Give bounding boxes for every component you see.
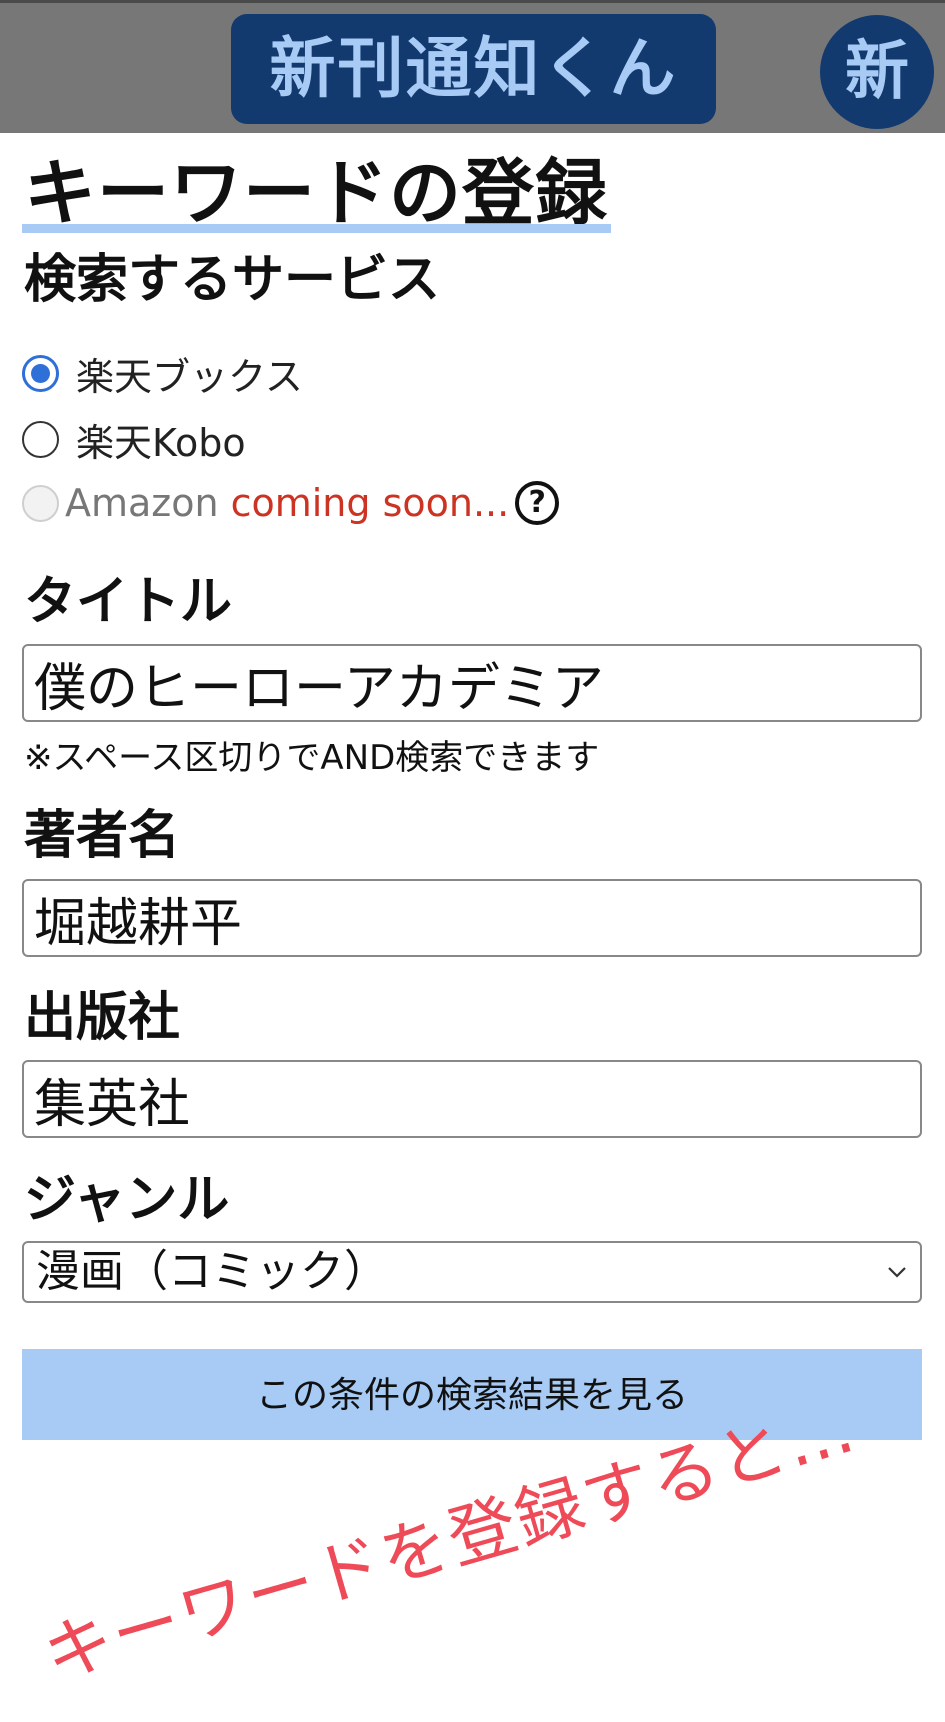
radio-option-rakuten-kobo[interactable]: 楽天Kobo [22,414,246,465]
genre-select[interactable]: 漫画（コミック） [22,1241,922,1303]
radio-amazon [22,484,59,522]
title-hint: ※スペース区切りでAND検索できます [24,738,600,778]
radio-label: 楽天Kobo [76,420,246,465]
radio-rakuten-books[interactable] [22,354,59,392]
radio-option-amazon: Amazon coming soon... ? [22,478,560,528]
publisher-label: 出版社 [24,988,181,1048]
app-title[interactable]: 新刊通知くん [231,14,716,124]
title-label: タイトル [24,572,233,632]
radio-rakuten-kobo[interactable] [22,420,59,458]
publisher-input[interactable] [22,1060,922,1138]
genre-label: ジャンル [24,1170,230,1230]
app-header: 新刊通知くん 新 [0,0,945,133]
new-badge[interactable]: 新 [820,15,934,129]
coming-soon-note: coming soon... [230,481,510,525]
chevron-down-icon [888,1267,906,1278]
question-circle-icon[interactable]: ? [515,481,560,525]
radio-label: Amazon [65,481,219,525]
author-input[interactable] [22,879,922,957]
title-input[interactable] [22,644,922,722]
genre-selected-value: 漫画（コミック） [36,1246,388,1297]
page-title-underline [22,224,611,233]
author-label: 著者名 [24,806,181,866]
radio-option-rakuten-books[interactable]: 楽天ブックス [22,348,303,399]
service-label: 検索するサービス [24,250,441,310]
radio-label: 楽天ブックス [76,354,303,399]
